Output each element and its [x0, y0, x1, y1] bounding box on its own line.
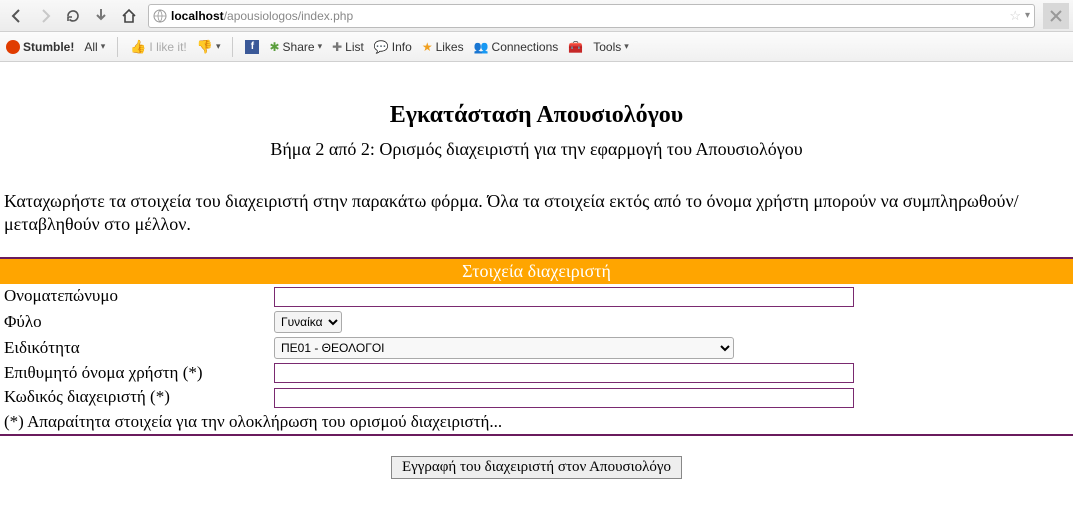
stumble-button[interactable]: Stumble!: [6, 40, 74, 54]
gender-label: Φύλο: [0, 309, 270, 335]
home-button[interactable]: [116, 3, 142, 29]
fullname-input[interactable]: [274, 287, 854, 307]
specialty-label: Ειδικότητα: [0, 335, 270, 361]
bookmark-toolbar: Stumble! All▾ 👍 I like it! 👎 ▾ f ✱ Share…: [0, 32, 1073, 62]
submit-area: Εγγραφή του διαχειριστή στον Απουσιολόγο: [0, 456, 1073, 479]
gender-select[interactable]: Γυναίκα: [274, 311, 342, 333]
share-dropdown[interactable]: ✱ Share▾: [269, 40, 322, 54]
required-note: (*) Απαραίτητα στοιχεία για την ολοκλήρω…: [0, 410, 1073, 434]
info-icon: 💬: [374, 40, 389, 54]
page-content: Εγκατάσταση Απουσιολόγου Βήμα 2 από 2: Ο…: [0, 62, 1073, 509]
tools-misc-icon[interactable]: 🧰: [568, 40, 583, 54]
separator: [232, 37, 233, 57]
thumb-up-icon: 👍: [130, 39, 146, 55]
fullname-label: Ονοματεπώνυμο: [0, 284, 270, 309]
admin-form-section: Στοιχεία διαχειριστή Ονοματεπώνυμο Φύλο …: [0, 257, 1073, 436]
username-input[interactable]: [274, 363, 854, 383]
page-title: Εγκατάσταση Απουσιολόγου: [0, 102, 1073, 129]
list-icon: ✚: [332, 40, 342, 54]
thumb-up-button[interactable]: 👍 I like it!: [130, 39, 187, 55]
section-header: Στοιχεία διαχειριστή: [0, 259, 1073, 284]
close-panel-button[interactable]: [1043, 3, 1069, 29]
bookmark-star-icon[interactable]: ☆: [1009, 8, 1021, 24]
url-bar[interactable]: localhost/apousiologos/index.php ☆ ▾: [148, 4, 1035, 28]
site-identity-icon: [153, 9, 167, 23]
share-icon: ✱: [269, 40, 279, 54]
tools-icon: 🧰: [568, 40, 583, 54]
url-text: localhost/apousiologos/index.php: [171, 9, 1005, 23]
admin-form-table: Ονοματεπώνυμο Φύλο Γυναίκα Ειδικότητα ΠΕ…: [0, 284, 1073, 434]
download-button[interactable]: [88, 3, 114, 29]
people-icon: 👥: [474, 40, 489, 54]
connections-button[interactable]: 👥 Connections: [474, 40, 559, 54]
instructions-text: Καταχωρήστε τα στοιχεία του διαχειριστή …: [0, 190, 1073, 235]
password-label: Κωδικός διαχειριστή (*): [0, 385, 270, 410]
browser-nav-toolbar: localhost/apousiologos/index.php ☆ ▾: [0, 0, 1073, 32]
stumbleupon-icon: [6, 40, 20, 54]
star-icon: ★: [422, 40, 433, 54]
info-button[interactable]: 💬 Info: [374, 40, 412, 54]
forward-button[interactable]: [32, 3, 58, 29]
username-label: Επιθυμητό όνομα χρήστη (*): [0, 361, 270, 386]
list-button[interactable]: ✚ List: [332, 40, 364, 54]
back-button[interactable]: [4, 3, 30, 29]
submit-button[interactable]: Εγγραφή του διαχειριστή στον Απουσιολόγο: [391, 456, 682, 479]
thumb-down-button[interactable]: 👎 ▾: [197, 39, 221, 55]
facebook-icon: f: [245, 40, 259, 54]
dropdown-icon[interactable]: ▾: [1025, 10, 1030, 21]
facebook-button[interactable]: f: [245, 40, 259, 54]
all-dropdown[interactable]: All▾: [84, 40, 105, 54]
thumb-down-icon: 👎: [197, 39, 213, 55]
likes-button[interactable]: ★ Likes: [422, 40, 464, 54]
password-input[interactable]: [274, 388, 854, 408]
separator: [117, 37, 118, 57]
tools-dropdown[interactable]: Tools▾: [593, 40, 629, 54]
page-subtitle: Βήμα 2 από 2: Ορισμός διαχειριστή για τη…: [0, 139, 1073, 160]
reload-button[interactable]: [60, 3, 86, 29]
specialty-select[interactable]: ΠΕ01 - ΘΕΟΛΟΓΟΙ: [274, 337, 734, 359]
